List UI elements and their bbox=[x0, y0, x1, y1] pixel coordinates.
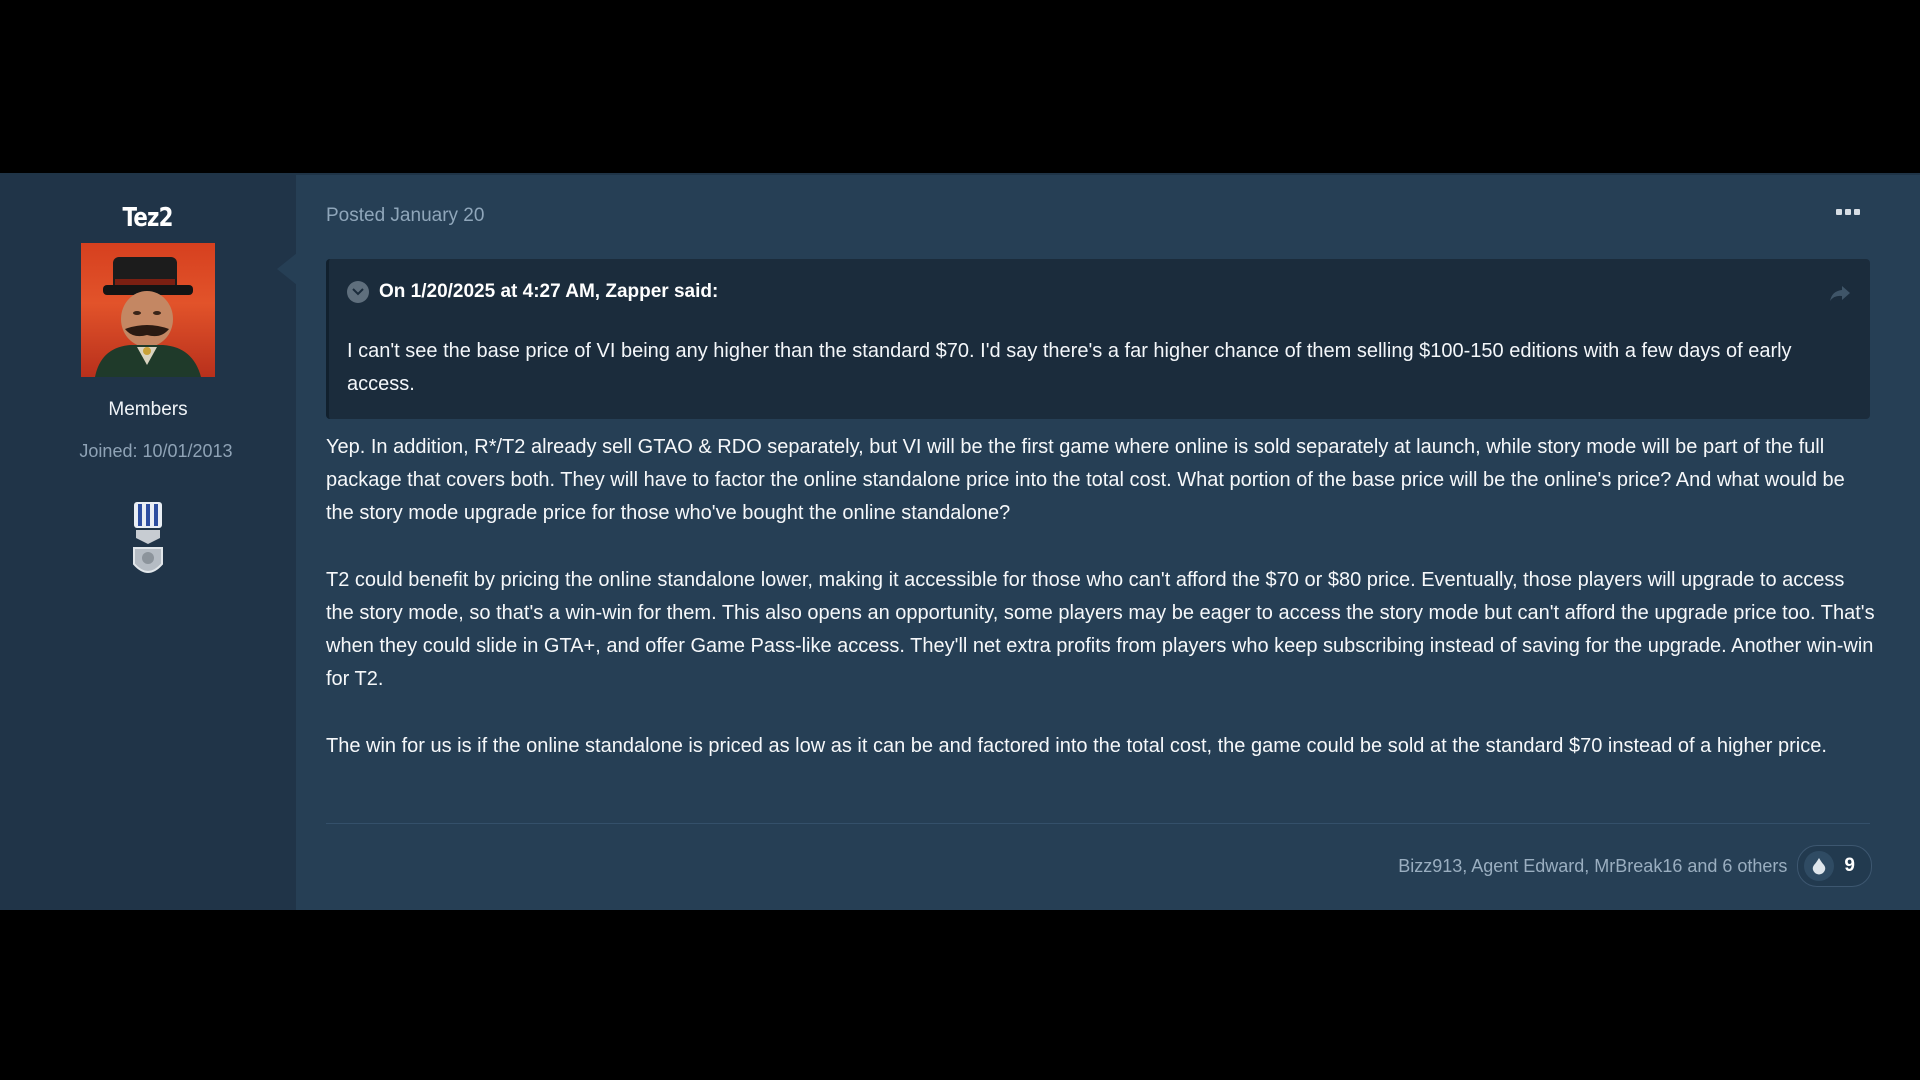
quote-citation: On 1/20/2025 at 4:27 AM, Zapper said: bbox=[379, 281, 719, 302]
quote-text: I can't see the base price of VI being a… bbox=[347, 340, 1792, 395]
post-content: Posted January 20 On 1/20/2025 at 4:27 A… bbox=[296, 175, 1920, 910]
avatar[interactable] bbox=[81, 243, 215, 377]
reaction-icon bbox=[1804, 851, 1835, 881]
reactions-bar: Bizz913, Agent Edward, MrBreak16 and 6 o… bbox=[1398, 845, 1872, 887]
reaction-count: 9 bbox=[1844, 855, 1855, 876]
more-options-icon[interactable] bbox=[1836, 209, 1860, 217]
avatar-image bbox=[95, 257, 201, 377]
reaction-users[interactable]: Bizz913, Agent Edward, MrBreak16 and 6 o… bbox=[1398, 856, 1787, 877]
quote-header[interactable]: On 1/20/2025 at 4:27 AM, Zapper said: bbox=[347, 281, 718, 303]
rank-badge-icon[interactable] bbox=[128, 502, 168, 582]
post-paragraph: The win for us is if the online standalo… bbox=[326, 735, 1827, 757]
author-joined-date: Joined: 10/01/2013 bbox=[79, 441, 233, 461]
post-date[interactable]: Posted January 20 bbox=[326, 205, 484, 227]
reaction-button[interactable]: 9 bbox=[1797, 845, 1872, 887]
collapse-quote-icon[interactable] bbox=[347, 281, 369, 303]
author-group: Members bbox=[108, 399, 188, 420]
post-divider bbox=[326, 823, 1870, 824]
author-panel: Tez2 Members Joined: 10/01/2013 bbox=[0, 175, 297, 910]
post-body: Yep. In addition, R*/T2 already sell GTA… bbox=[326, 431, 1876, 797]
post-paragraph: Yep. In addition, R*/T2 already sell GTA… bbox=[326, 436, 1845, 524]
forum-post: Tez2 Members Joined: 10/01/2013 Posted J… bbox=[0, 173, 1920, 910]
post-paragraph: T2 could benefit by pricing the online s… bbox=[326, 569, 1875, 690]
author-name[interactable]: Tez2 bbox=[123, 203, 174, 233]
quote-block: On 1/20/2025 at 4:27 AM, Zapper said: I … bbox=[326, 259, 1870, 419]
share-icon[interactable] bbox=[1828, 283, 1852, 303]
